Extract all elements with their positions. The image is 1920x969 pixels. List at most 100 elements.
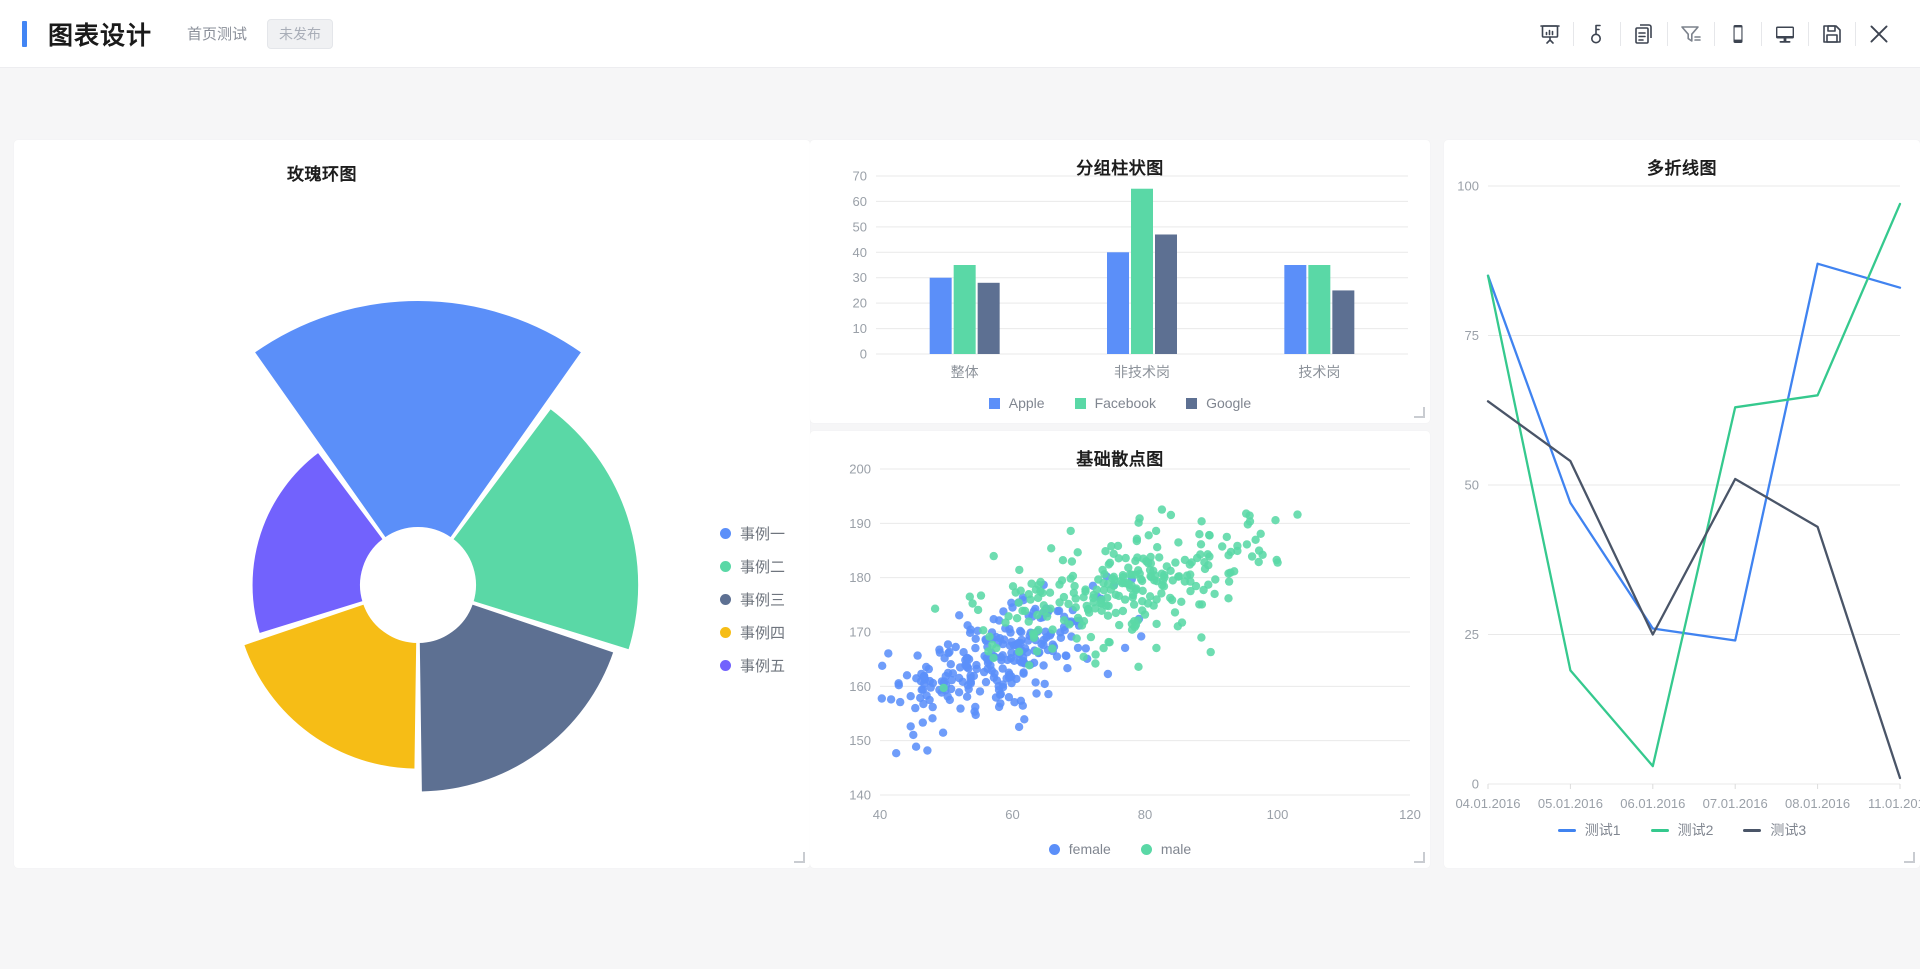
chart-legend-scatter: female male [810, 841, 1430, 857]
svg-text:50: 50 [853, 219, 867, 234]
card-resize-handle[interactable] [1414, 852, 1425, 863]
legend-label: 测试1 [1584, 822, 1621, 838]
chart-title-rose: 玫瑰环图 [287, 165, 357, 184]
legend-item-Apple[interactable]: Apple [988, 395, 1045, 411]
legend-marker-square [1186, 397, 1198, 409]
bar-整体-Apple [929, 277, 952, 354]
key-icon[interactable] [1574, 11, 1620, 57]
legend-item-测试1[interactable]: 测试1 [1557, 820, 1621, 840]
svg-text:0: 0 [860, 347, 867, 362]
svg-text:100: 100 [1457, 179, 1479, 194]
bar-chart-svg: 0 10 20 30 40 50 60 70 整体 非技术岗 技术岗 [853, 169, 1408, 380]
legend-item-3[interactable]: 事例三 [720, 589, 785, 610]
legend-label: 事例五 [740, 658, 786, 675]
svg-text:60: 60 [853, 194, 867, 209]
chart-card-rose[interactable]: 玫瑰环图 事例一事例二事例三事例四事例五 [14, 140, 810, 868]
close-icon[interactable] [1856, 11, 1902, 57]
legend-label: 事例一 [740, 526, 786, 543]
presentation-chart-icon[interactable] [1527, 11, 1573, 57]
svg-text:120: 120 [1399, 807, 1421, 822]
legend-item-female[interactable]: female [1048, 841, 1111, 857]
legend-label: female [1068, 841, 1111, 857]
chart-legend-rose: 事例一事例二事例三事例四事例五 [720, 523, 785, 676]
chart-card-line[interactable]: 多折线图 0 25 50 75 100 04.01.2016 05.01.2016 06.01… [1444, 140, 1920, 868]
mobile-preview-icon[interactable] [1715, 11, 1761, 57]
page-name[interactable]: 首页测试 [187, 23, 247, 44]
chart-legend-bar: Apple Facebook Google [810, 395, 1430, 411]
svg-text:40: 40 [873, 807, 887, 822]
legend-marker-dot [1048, 843, 1060, 855]
filter-icon[interactable] [1668, 11, 1714, 57]
svg-text:整体: 整体 [951, 364, 979, 380]
dashboard-canvas: 玫瑰环图 事例一 事例二 事例三 事例四 事例五 分组柱状图 0 10 20 30 40 50 60… [0, 68, 1920, 969]
legend-marker-dot [720, 528, 731, 539]
legend-item-4[interactable]: 事例四 [720, 622, 785, 643]
svg-text:50: 50 [1465, 478, 1479, 493]
bar-非技术岗-Google [1155, 234, 1177, 354]
desktop-preview-icon[interactable] [1762, 11, 1808, 57]
legend-item-1[interactable]: 事例一 [720, 523, 785, 544]
status-badge: 未发布 [267, 18, 334, 49]
line-chart-svg: 0 25 50 75 100 04.01.2016 05.01.2016 06.01.2016… [1455, 179, 1920, 812]
legend-item-2[interactable]: 事例二 [720, 556, 785, 577]
svg-text:140: 140 [849, 788, 871, 803]
chart-legend-line: 测试1 测试2 测试3 [1444, 820, 1920, 840]
svg-text:150: 150 [849, 733, 871, 748]
chart-card-scatter[interactable]: 基础散点图 140 150 160 170 180 190 200 40 60 80 100 120 … [810, 431, 1430, 868]
legend-label: 测试3 [1770, 822, 1807, 838]
legend-label: male [1160, 841, 1192, 857]
svg-text:100: 100 [1267, 807, 1289, 822]
legend-label: 事例四 [740, 625, 786, 642]
bar-整体-Google [977, 282, 1000, 354]
legend-marker-dot [720, 627, 731, 638]
svg-text:0: 0 [1472, 777, 1479, 792]
legend-label: 事例三 [740, 592, 786, 609]
svg-text:11.01.2016: 11.01.2016 [1868, 796, 1920, 811]
card-resize-handle[interactable] [1904, 852, 1915, 863]
legend-label: 事例二 [740, 559, 786, 576]
svg-text:40: 40 [853, 245, 867, 260]
save-icon[interactable] [1809, 11, 1855, 57]
copy-document-icon[interactable] [1621, 11, 1667, 57]
svg-text:200: 200 [849, 462, 871, 477]
app-title: 图表设计 [48, 21, 153, 50]
bar-技术岗-Google [1332, 290, 1355, 354]
svg-text:80: 80 [1138, 807, 1152, 822]
svg-text:75: 75 [1465, 328, 1479, 343]
legend-item-测试2[interactable]: 测试2 [1650, 820, 1713, 840]
bar-技术岗-Apple [1284, 265, 1307, 354]
legend-marker-dot [1140, 843, 1152, 855]
svg-text:技术岗: 技术岗 [1298, 364, 1340, 380]
chart-card-bar[interactable]: 分组柱状图 0 10 20 30 40 50 60 70 整体 非技术岗 技术岗 Apple Face… [810, 140, 1430, 423]
legend-label: Google [1206, 395, 1252, 411]
legend-item-male[interactable]: male [1140, 841, 1192, 857]
legend-item-5[interactable]: 事例五 [720, 655, 785, 676]
svg-text:170: 170 [849, 625, 871, 640]
legend-label: Apple [1008, 395, 1045, 411]
bar-整体-Facebook [953, 265, 976, 354]
svg-text:07.01.2016: 07.01.2016 [1703, 796, 1768, 811]
toolbar [1527, 0, 1902, 68]
svg-text:10: 10 [853, 321, 867, 336]
svg-text:06.01.2016: 06.01.2016 [1620, 796, 1685, 811]
app-header: 图表设计 首页测试 未发布 [0, 0, 1920, 68]
legend-marker-square [988, 397, 1000, 409]
svg-text:160: 160 [849, 679, 871, 694]
svg-text:20: 20 [853, 296, 867, 311]
legend-item-Google[interactable]: Google [1186, 395, 1251, 411]
svg-text:190: 190 [849, 516, 871, 531]
card-resize-handle[interactable] [1414, 407, 1425, 418]
bar-非技术岗-Facebook [1131, 188, 1153, 354]
svg-text:70: 70 [853, 169, 867, 184]
svg-text:25: 25 [1465, 627, 1479, 642]
legend-marker-dot [720, 594, 731, 605]
legend-marker-dot [720, 660, 731, 671]
legend-item-测试3[interactable]: 测试3 [1743, 820, 1806, 840]
legend-label: Facebook [1094, 395, 1157, 411]
svg-text:非技术岗: 非技术岗 [1114, 364, 1170, 380]
card-resize-handle[interactable] [794, 852, 805, 863]
legend-marker-square [1074, 397, 1086, 409]
svg-text:05.01.2016: 05.01.2016 [1538, 796, 1603, 811]
legend-item-Facebook[interactable]: Facebook [1074, 395, 1157, 411]
svg-text:60: 60 [1005, 807, 1019, 822]
